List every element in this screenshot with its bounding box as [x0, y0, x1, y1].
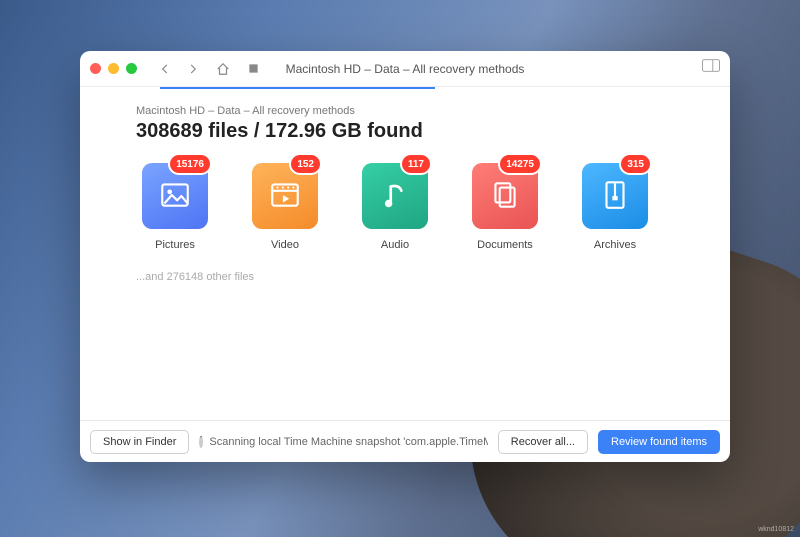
titlebar: Macintosh HD – Data – All recovery metho…: [80, 51, 730, 87]
more-files-note: ...and 276148 other files: [136, 271, 700, 283]
recover-all-button[interactable]: Recover all...: [498, 430, 588, 454]
app-window: Macintosh HD – Data – All recovery metho…: [80, 51, 730, 462]
category-cards: 15176 Pictures 152 Video 117 Audio 14275 Docume…: [136, 163, 700, 251]
watermark: wknd10812: [758, 526, 794, 533]
picture-icon: [158, 178, 192, 215]
scan-status: Scanning local Time Machine snapshot 'co…: [199, 436, 487, 448]
scan-subtitle: Macintosh HD – Data – All recovery metho…: [136, 105, 700, 117]
show-in-finder-button[interactable]: Show in Finder: [90, 430, 189, 454]
scan-status-text: Scanning local Time Machine snapshot 'co…: [209, 436, 487, 448]
count-badge: 152: [291, 155, 320, 173]
count-badge: 315: [621, 155, 650, 173]
video-tile: 152: [252, 163, 318, 229]
video-icon: [268, 178, 302, 215]
sidebar-toggle-icon[interactable]: [702, 59, 720, 75]
documents-tile: 14275: [472, 163, 538, 229]
category-label: Pictures: [136, 239, 214, 251]
document-icon: [488, 178, 522, 215]
audio-icon: [378, 178, 412, 215]
stop-button[interactable]: [243, 59, 263, 79]
category-label: Audio: [356, 239, 434, 251]
category-label: Archives: [576, 239, 654, 251]
count-badge: 15176: [170, 155, 210, 173]
category-card-pictures[interactable]: 15176 Pictures: [136, 163, 214, 251]
category-card-archives[interactable]: 315 Archives: [576, 163, 654, 251]
count-badge: 117: [402, 155, 430, 173]
back-button[interactable]: [155, 59, 175, 79]
nav-buttons: [155, 59, 203, 79]
category-label: Video: [246, 239, 324, 251]
zoom-window-button[interactable]: [126, 63, 137, 74]
review-found-items-button[interactable]: Review found items: [598, 430, 720, 454]
minimize-window-button[interactable]: [108, 63, 119, 74]
count-badge: 14275: [500, 155, 540, 173]
scan-headline: 308689 files / 172.96 GB found: [136, 120, 700, 143]
active-tab-indicator: [160, 87, 435, 89]
archive-icon: [598, 178, 632, 215]
category-card-audio[interactable]: 117 Audio: [356, 163, 434, 251]
category-card-documents[interactable]: 14275 Documents: [466, 163, 544, 251]
category-card-video[interactable]: 152 Video: [246, 163, 324, 251]
close-window-button[interactable]: [90, 63, 101, 74]
pictures-tile: 15176: [142, 163, 208, 229]
forward-button[interactable]: [183, 59, 203, 79]
window-controls: [90, 63, 137, 74]
spinner-icon: [199, 436, 203, 448]
footer-bar: Show in Finder Scanning local Time Machi…: [80, 420, 730, 462]
archives-tile: 315: [582, 163, 648, 229]
category-label: Documents: [466, 239, 544, 251]
home-button[interactable]: [213, 59, 233, 79]
main-content: Macintosh HD – Data – All recovery metho…: [80, 87, 730, 420]
audio-tile: 117: [362, 163, 428, 229]
